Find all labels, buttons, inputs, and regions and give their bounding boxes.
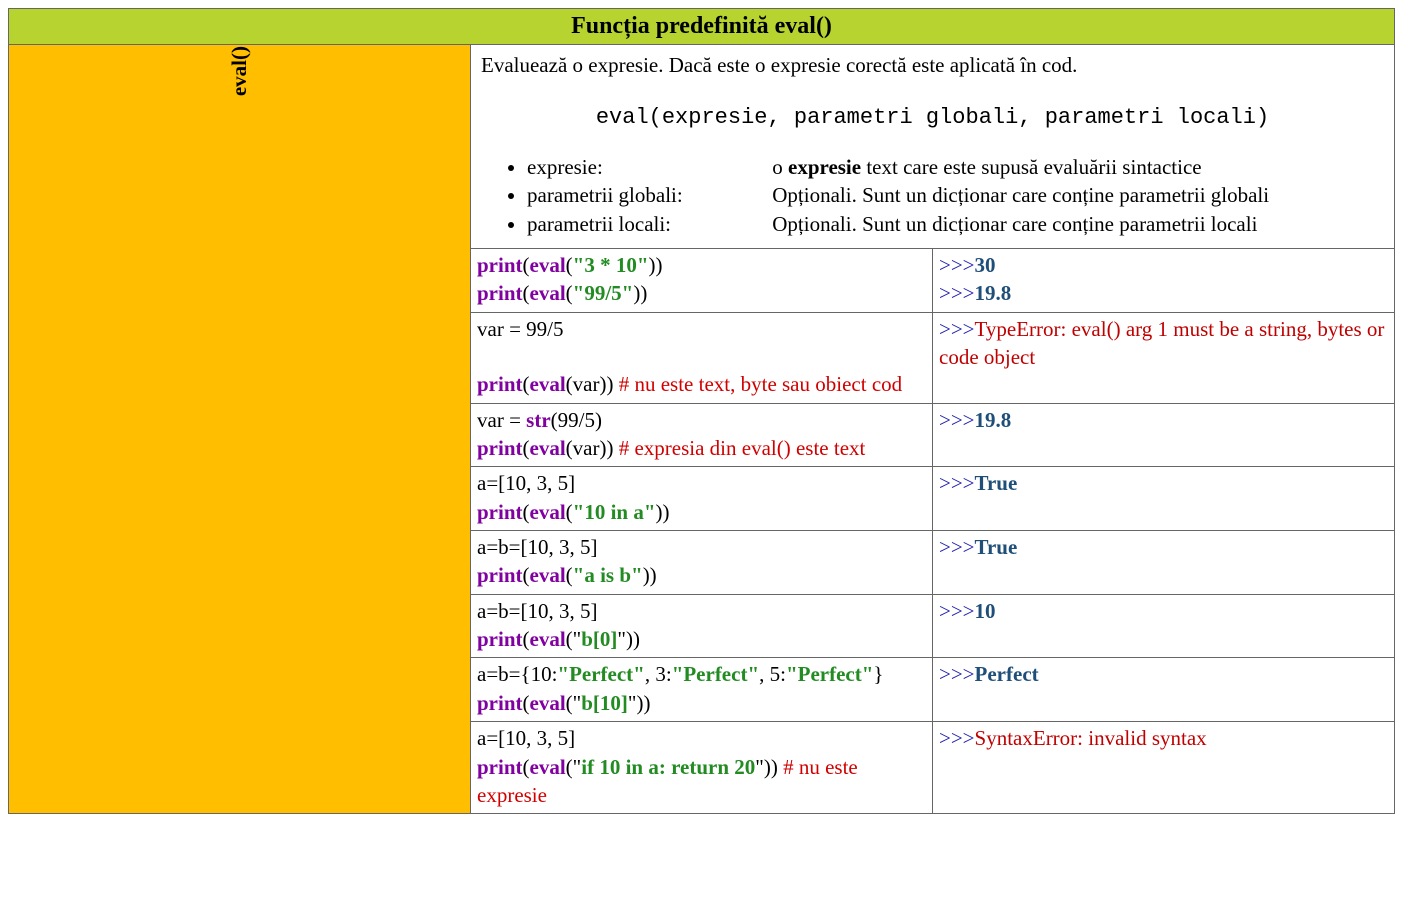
output-cell: >>>SyntaxError: invalid syntax [933, 722, 1395, 814]
code-cell: a=[10, 3, 5] print(eval("if 10 in a: ret… [471, 722, 933, 814]
code-line: print(eval("b[0]")) [477, 625, 926, 653]
param-list: expresie: o expresie text care este supu… [481, 153, 1384, 238]
output-cell: >>>True [933, 467, 1395, 531]
code-line: a=b={10:"Perfect", 3:"Perfect", 5:"Perfe… [477, 660, 926, 688]
output-cell: >>>TypeError: eval() arg 1 must be a str… [933, 312, 1395, 403]
output-cell: >>>19.8 [933, 403, 1395, 467]
desc-intro: Evaluează o expresie. Dacă este o expres… [481, 51, 1384, 79]
output-line: >>>TypeError: eval() arg 1 must be a str… [939, 315, 1388, 372]
code-line: a=b=[10, 3, 5] [477, 533, 926, 561]
output-cell: >>>10 [933, 594, 1395, 658]
code-cell: var = 99/5 print(eval(var)) # nu este te… [471, 312, 933, 403]
code-line: print(eval(var)) # expresia din eval() e… [477, 434, 926, 462]
output-line: >>>Perfect [939, 660, 1388, 688]
code-line: print(eval("3 * 10")) [477, 251, 926, 279]
desc-signature: eval(expresie, parametri globali, parame… [481, 103, 1384, 133]
code-line: a=[10, 3, 5] [477, 724, 926, 752]
output-cell: >>>Perfect [933, 658, 1395, 722]
code-cell: a=[10, 3, 5] print(eval("10 in a")) [471, 467, 933, 531]
header-title: Funcția predefinită eval() [571, 13, 832, 39]
output-line: >>>True [939, 469, 1388, 497]
code-line: print(eval(var)) # nu este text, byte sa… [477, 370, 926, 398]
code-line: var = str(99/5) [477, 406, 926, 434]
param-item: parametrii globali: Opționali. Sunt un d… [527, 181, 1384, 209]
code-line: a=b=[10, 3, 5] [477, 597, 926, 625]
code-cell: var = str(99/5) print(eval(var)) # expre… [471, 403, 933, 467]
code-line: print(eval("if 10 in a: return 20")) # n… [477, 753, 926, 810]
output-cell: >>>True [933, 531, 1395, 595]
code-line: var = 99/5 [477, 315, 926, 343]
side-label: eval() [227, 46, 252, 96]
param-item: parametrii locali: Opționali. Sunt un di… [527, 210, 1384, 238]
description-cell: Evaluează o expresie. Dacă este o expres… [471, 45, 1395, 249]
eval-reference-table: Funcția predefinită eval() eval() Evalue… [8, 8, 1395, 814]
code-line: print(eval("99/5")) [477, 279, 926, 307]
output-line: >>>10 [939, 597, 1388, 625]
side-label-cell: eval() [9, 45, 471, 814]
output-line: >>>19.8 [939, 279, 1388, 307]
code-line: a=[10, 3, 5] [477, 469, 926, 497]
output-line: >>>SyntaxError: invalid syntax [939, 724, 1388, 752]
table-header: Funcția predefinită eval() [9, 9, 1395, 45]
output-cell: >>>30 >>>19.8 [933, 249, 1395, 313]
code-line: print(eval("a is b")) [477, 561, 926, 589]
param-item: expresie: o expresie text care este supu… [527, 153, 1384, 181]
code-cell: print(eval("3 * 10")) print(eval("99/5")… [471, 249, 933, 313]
code-line [477, 343, 926, 370]
code-cell: a=b={10:"Perfect", 3:"Perfect", 5:"Perfe… [471, 658, 933, 722]
output-line: >>>19.8 [939, 406, 1388, 434]
code-cell: a=b=[10, 3, 5] print(eval("a is b")) [471, 531, 933, 595]
output-line: >>>True [939, 533, 1388, 561]
code-line: print(eval("b[10]")) [477, 689, 926, 717]
code-cell: a=b=[10, 3, 5] print(eval("b[0]")) [471, 594, 933, 658]
code-line: print(eval("10 in a")) [477, 498, 926, 526]
output-line: >>>30 [939, 251, 1388, 279]
